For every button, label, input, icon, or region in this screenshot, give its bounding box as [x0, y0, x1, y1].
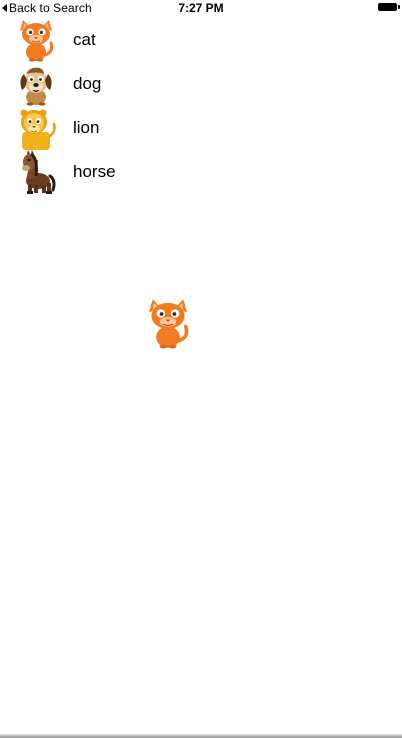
- cat-icon: [20, 20, 54, 62]
- status-bar: Back to Search 7:27 PM: [0, 0, 402, 16]
- animal-row-cat[interactable]: cat: [0, 18, 402, 62]
- status-time: 7:27 PM: [178, 1, 224, 15]
- dog-icon: [20, 67, 52, 106]
- cat-icon: [149, 299, 189, 349]
- animal-name: lion: [73, 118, 100, 137]
- animal-name: dog: [73, 74, 102, 93]
- animal-row-horse[interactable]: horse: [0, 150, 402, 194]
- animal-name: cat: [73, 30, 96, 49]
- lion-icon: [20, 109, 56, 150]
- bottom-edge: [0, 734, 402, 738]
- animal-name: horse: [73, 162, 116, 181]
- horse-icon: [22, 150, 56, 194]
- battery-icon: [378, 3, 400, 11]
- animal-row-dog[interactable]: dog: [0, 62, 402, 106]
- selected-animal-image: [149, 299, 189, 349]
- animal-list: cat dog lion horse: [0, 18, 402, 194]
- animal-row-lion[interactable]: lion: [0, 106, 402, 150]
